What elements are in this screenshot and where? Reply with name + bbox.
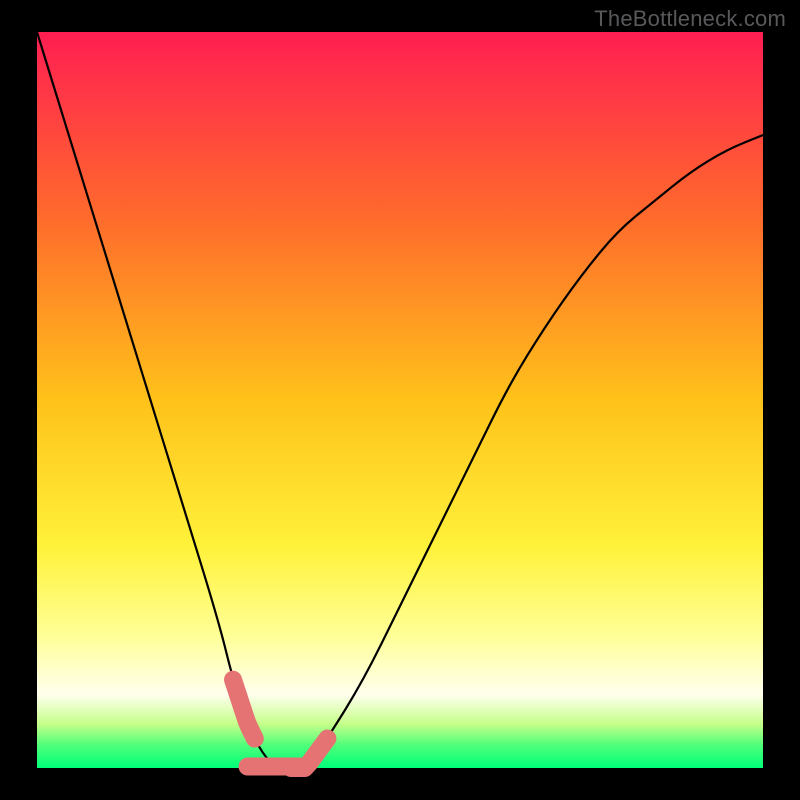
chart-background [37, 32, 763, 768]
bottleneck-chart [0, 0, 800, 800]
chart-frame: TheBottleneck.com [0, 0, 800, 800]
